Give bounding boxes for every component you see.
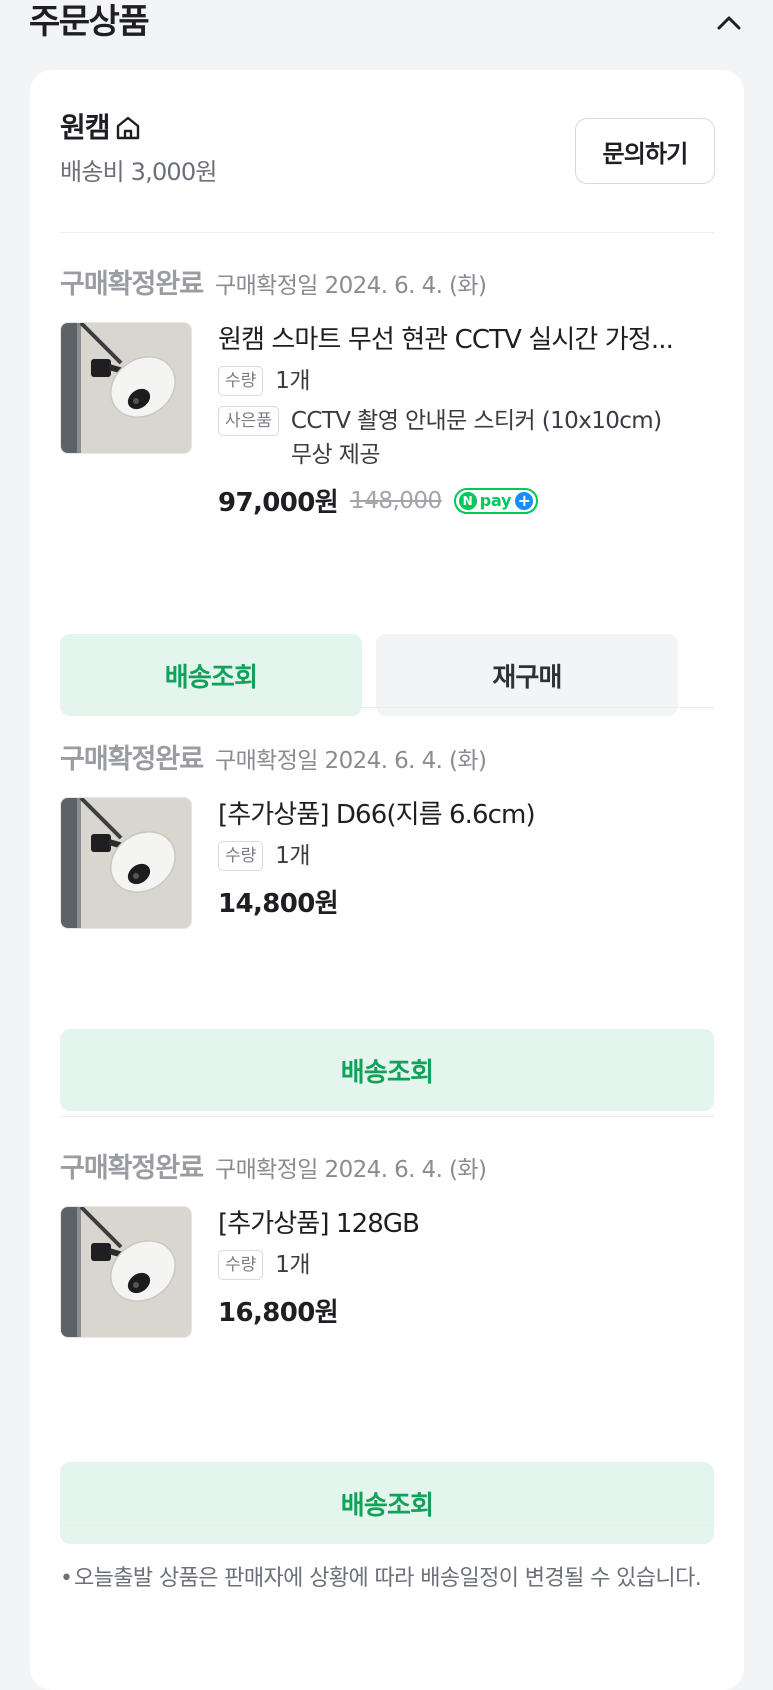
product-thumbnail[interactable] [60,322,192,454]
store-home-icon [116,116,139,140]
product-thumbnail[interactable] [60,1206,192,1338]
divider [60,1116,714,1117]
quantity-value: 1개 [275,843,310,869]
quantity-value: 1개 [275,368,310,394]
quantity-value: 1개 [275,1252,310,1278]
price-row: 97,000원 148,000 N pay + [218,482,688,519]
product-name[interactable]: 원캠 스마트 무선 현관 CCTV 실시간 가정... [218,322,688,358]
item-info: [추가상품] 128GB 수량 1개 16,800원 [218,1206,688,1329]
item-info: [추가상품] D66(지름 6.6cm) 수량 1개 14,800원 [218,797,688,920]
naver-pay-plus-badge: N pay + [453,487,539,514]
status-label: 구매확정완료 [60,269,204,300]
price: 16,800원 [218,1298,339,1328]
status-label: 구매확정완료 [60,1153,204,1184]
order-card: 원캠 배송비 3,000원 문의하기 구매확정완료 구매확정일 2024. 6.… [30,70,744,1690]
gift-tag: 사은품 [218,406,279,436]
price-row: 16,800원 [218,1292,688,1329]
bullet: • [60,1566,73,1591]
quantity-tag: 수량 [218,1250,264,1280]
chevron-up-icon [717,16,741,30]
divider [60,232,714,233]
naver-n-icon: N [458,491,477,510]
product-name[interactable]: [추가상품] 128GB [218,1206,688,1242]
track-delivery-button[interactable]: 배송조회 [60,1029,714,1111]
cctv-camera-image [61,323,191,453]
cctv-camera-image [61,798,191,928]
section-title: 주문상품 [29,2,150,42]
collapse-button[interactable] [712,6,746,40]
quantity-tag: 수량 [218,366,264,396]
quantity-tag: 수량 [218,841,264,871]
npay-label: pay [479,491,512,510]
shipping-fee: 배송비 3,000원 [60,158,217,186]
order-items-header: 주문상품 [0,0,773,50]
divider [60,1525,714,1526]
price-row: 14,800원 [218,883,688,920]
gift-value: CCTV 촬영 안내문 스티커 (10x10cm) 무상 제공 [290,408,662,468]
item-status-row: 구매확정완료 구매확정일 2024. 6. 4. (화) [60,262,487,302]
rebuy-button[interactable]: 재구매 [376,634,678,716]
status-label: 구매확정완료 [60,744,204,775]
seller-name-label: 원캠 [60,111,111,144]
item-status-row: 구매확정완료 구매확정일 2024. 6. 4. (화) [60,1146,487,1186]
original-price: 148,000 [350,487,442,514]
confirm-date: 구매확정일 2024. 6. 4. (화) [215,1157,487,1183]
confirm-date: 구매확정일 2024. 6. 4. (화) [215,748,487,774]
inquiry-button[interactable]: 문의하기 [575,118,715,184]
item-info: 원캠 스마트 무선 현관 CCTV 실시간 가정... 수량 1개 사은품 CC… [218,322,688,519]
price: 14,800원 [218,889,339,919]
product-thumbnail[interactable] [60,797,192,929]
shipping-notice: • 오늘출발 상품은 판매자에 상황에 따라 배송일정이 변경될 수 있습니다. [60,1562,720,1596]
track-delivery-button[interactable]: 배송조회 [60,1462,714,1544]
price: 97,000원 [218,488,339,518]
plus-icon: + [515,491,534,510]
divider [60,707,714,708]
notice-text: 오늘출발 상품은 판매자에 상황에 따라 배송일정이 변경될 수 있습니다. [74,1566,702,1591]
quantity-row: 수량 1개 [218,839,688,873]
quantity-row: 수량 1개 [218,364,688,398]
cctv-camera-image [61,1207,191,1337]
item-status-row: 구매확정완료 구매확정일 2024. 6. 4. (화) [60,737,487,777]
quantity-row: 수량 1개 [218,1248,688,1282]
gift-row: 사은품 CCTV 촬영 안내문 스티커 (10x10cm) 무상 제공 [218,404,688,472]
seller-name[interactable]: 원캠 [60,110,142,146]
track-delivery-button[interactable]: 배송조회 [60,634,362,716]
confirm-date: 구매확정일 2024. 6. 4. (화) [215,273,487,299]
product-name[interactable]: [추가상품] D66(지름 6.6cm) [218,797,688,833]
